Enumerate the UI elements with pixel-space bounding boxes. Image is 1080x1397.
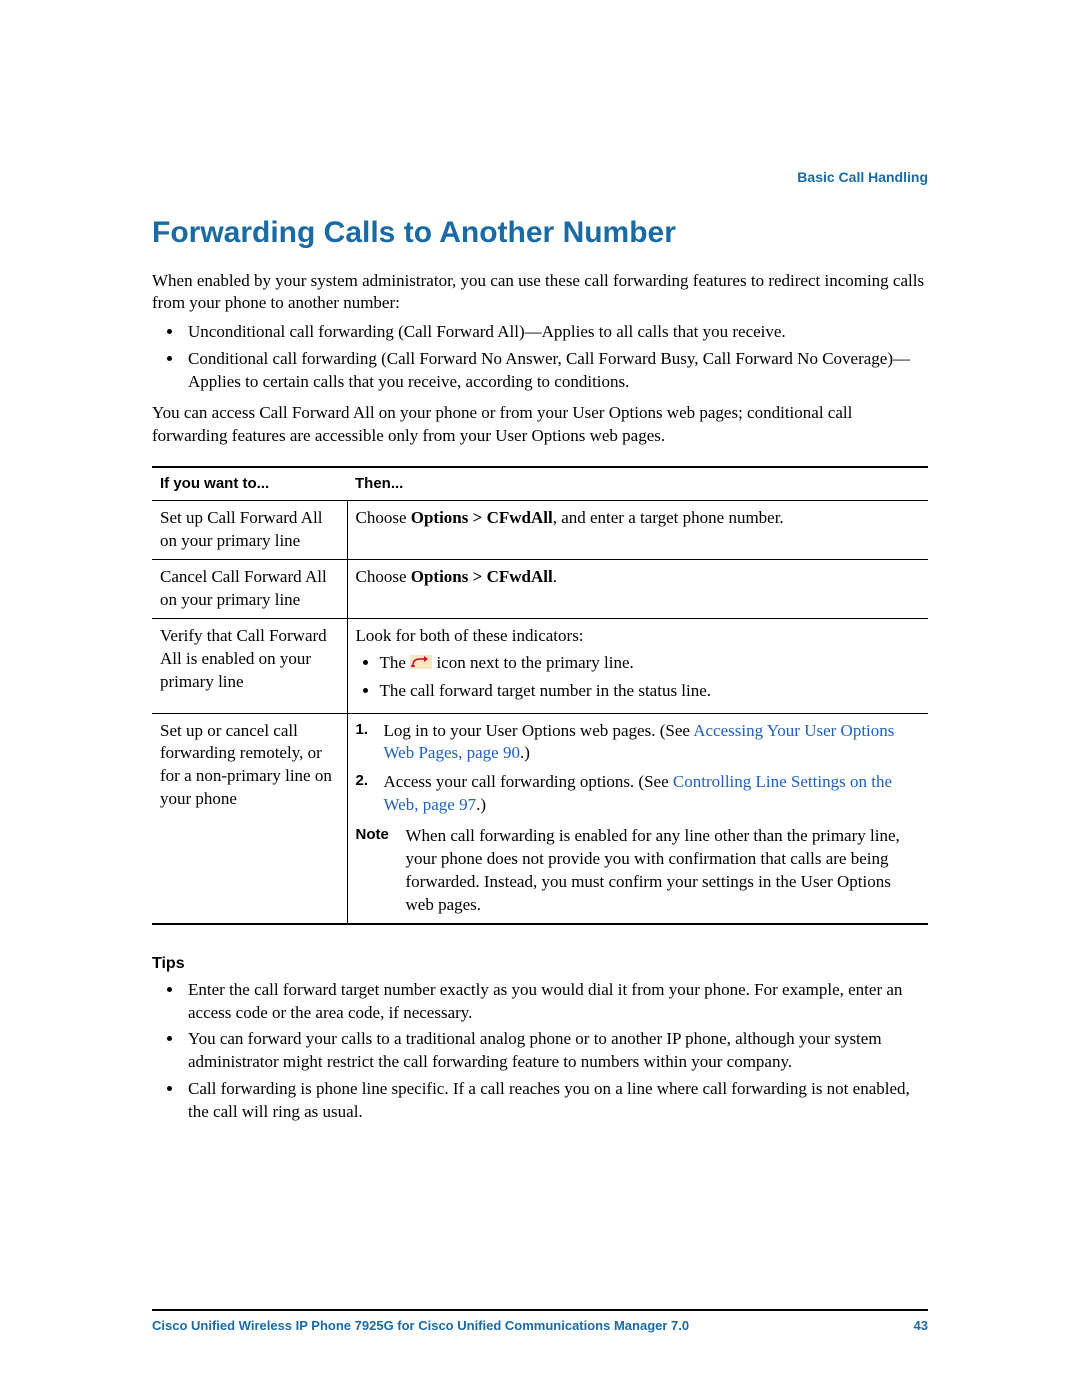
table-cell-left: Verify that Call Forward All is enabled … bbox=[152, 619, 347, 713]
cell-bullet: The icon next to the primary line. bbox=[380, 652, 921, 676]
table-cell-right: 1. Log in to your User Options web pages… bbox=[347, 713, 928, 924]
intro-bullet: Conditional call forwarding (Call Forwar… bbox=[184, 348, 928, 394]
table-header-col2: Then... bbox=[347, 467, 928, 501]
cell-text: Access your call forwarding options. (Se… bbox=[384, 772, 673, 791]
cell-text: icon next to the primary line. bbox=[436, 653, 633, 672]
cell-text: , and enter a target phone number. bbox=[553, 508, 784, 527]
cell-text: Log in to your User Options web pages. (… bbox=[384, 721, 694, 740]
intro-paragraph: When enabled by your system administrato… bbox=[152, 270, 928, 316]
step-number: 1. bbox=[356, 720, 384, 766]
cell-text: .) bbox=[520, 743, 530, 762]
tips-list: Enter the call forward target number exa… bbox=[152, 979, 928, 1125]
cell-bullet-list: The icon next to the primary line. bbox=[356, 652, 921, 703]
page-footer: Cisco Unified Wireless IP Phone 7925G fo… bbox=[152, 1309, 928, 1335]
cell-lead-text: Look for both of these indicators: bbox=[356, 625, 921, 648]
cell-text: The bbox=[380, 653, 411, 672]
step-number: 2. bbox=[356, 771, 384, 817]
footer-title: Cisco Unified Wireless IP Phone 7925G fo… bbox=[152, 1317, 689, 1335]
table-cell-left: Set up or cancel call forwarding remotel… bbox=[152, 713, 347, 924]
intro-bullet-list: Unconditional call forwarding (Call Forw… bbox=[152, 321, 928, 394]
tip-item: Enter the call forward target number exa… bbox=[184, 979, 928, 1025]
footer-page-number: 43 bbox=[914, 1317, 928, 1335]
step-text: Log in to your User Options web pages. (… bbox=[384, 720, 921, 766]
table-cell-left: Cancel Call Forward All on your primary … bbox=[152, 560, 347, 619]
procedure-table: If you want to... Then... Set up Call Fo… bbox=[152, 466, 928, 925]
cell-step: 1. Log in to your User Options web pages… bbox=[356, 720, 921, 766]
note-block: Note When call forwarding is enabled for… bbox=[356, 825, 921, 917]
note-label: Note bbox=[356, 825, 406, 917]
table-row: Set up or cancel call forwarding remotel… bbox=[152, 713, 928, 924]
intro-bullet: Unconditional call forwarding (Call Forw… bbox=[184, 321, 928, 344]
table-header-col1: If you want to... bbox=[152, 467, 347, 501]
table-row: Cancel Call Forward All on your primary … bbox=[152, 560, 928, 619]
call-forward-icon bbox=[410, 653, 432, 676]
note-text: When call forwarding is enabled for any … bbox=[406, 825, 921, 917]
table-row: Set up Call Forward All on your primary … bbox=[152, 501, 928, 560]
cell-bold: Options > CFwdAll bbox=[411, 508, 553, 527]
table-cell-left: Set up Call Forward All on your primary … bbox=[152, 501, 347, 560]
tip-item: Call forwarding is phone line specific. … bbox=[184, 1078, 928, 1124]
cell-bullet: The call forward target number in the st… bbox=[380, 680, 921, 703]
cell-text: Choose bbox=[356, 567, 411, 586]
table-cell-right: Look for both of these indicators: The bbox=[347, 619, 928, 713]
table-cell-right: Choose Options > CFwdAll, and enter a ta… bbox=[347, 501, 928, 560]
cell-step: 2. Access your call forwarding options. … bbox=[356, 771, 921, 817]
page-heading: Forwarding Calls to Another Number bbox=[152, 213, 928, 254]
tips-heading: Tips bbox=[152, 953, 928, 975]
cell-step-list: 1. Log in to your User Options web pages… bbox=[356, 720, 921, 818]
cell-text: Choose bbox=[356, 508, 411, 527]
cell-text: . bbox=[553, 567, 557, 586]
table-cell-right: Choose Options > CFwdAll. bbox=[347, 560, 928, 619]
cell-text: .) bbox=[476, 795, 486, 814]
tip-item: You can forward your calls to a traditio… bbox=[184, 1028, 928, 1074]
table-row: Verify that Call Forward All is enabled … bbox=[152, 619, 928, 713]
cell-bold: Options > CFwdAll bbox=[411, 567, 553, 586]
step-text: Access your call forwarding options. (Se… bbox=[384, 771, 921, 817]
intro-after-paragraph: You can access Call Forward All on your … bbox=[152, 402, 928, 448]
section-header: Basic Call Handling bbox=[797, 168, 928, 187]
